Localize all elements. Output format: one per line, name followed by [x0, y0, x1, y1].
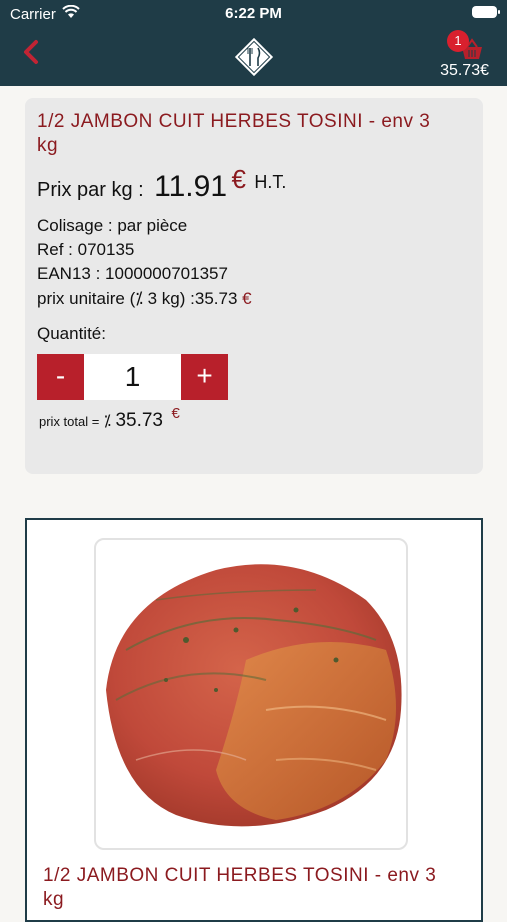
- status-time: 6:22 PM: [225, 5, 282, 22]
- quantity-label: Quantité:: [37, 324, 106, 343]
- price-currency: €: [231, 164, 246, 194]
- increase-quantity-button[interactable]: +: [181, 354, 228, 400]
- price-value: 11.91: [154, 170, 228, 203]
- price-suffix: H.T.: [254, 172, 287, 192]
- total-value: 35.73: [115, 410, 163, 431]
- product-image-panel: 1/2 JAMBON CUIT HERBES TOSINI - env 3 kg: [25, 518, 483, 922]
- total-price-row: prix total = ⁒ 35.73 €: [39, 405, 180, 432]
- back-button[interactable]: [14, 34, 50, 70]
- unit-price-row: prix unitaire (⁒ 3 kg) :35.73 €: [37, 289, 252, 309]
- product-panel-title: 1/2 JAMBON CUIT HERBES TOSINI - env 3 kg: [43, 865, 437, 910]
- price-label: Prix par kg :: [37, 179, 144, 201]
- battery-icon: [472, 6, 500, 18]
- cart-button[interactable]: 1 35.73€: [429, 30, 489, 82]
- cart-total: 35.73€: [440, 62, 489, 79]
- total-approx-symbol: ⁒: [103, 413, 111, 430]
- quantity-stepper: - +: [37, 354, 228, 400]
- total-label: prix total =: [39, 414, 100, 429]
- product-image[interactable]: [94, 538, 408, 850]
- total-currency: €: [171, 405, 180, 422]
- chevron-left-icon: [24, 40, 38, 64]
- restaurant-logo-icon: [233, 36, 275, 78]
- ref-text: Ref : 070135: [37, 240, 135, 259]
- unit-price-currency: €: [242, 289, 252, 308]
- ham-photo: [106, 564, 402, 827]
- decrease-quantity-button[interactable]: -: [37, 354, 84, 400]
- colisage-text: Colisage : par pièce: [37, 216, 188, 235]
- cart-count-badge: 1: [447, 30, 469, 52]
- ean-text: EAN13 : 1000000701357: [37, 264, 228, 283]
- price-row: Prix par kg : 11.91 € H.T.: [37, 164, 287, 204]
- product-info-card: 1/2 JAMBON CUIT HERBES TOSINI - env 3 kg…: [25, 98, 483, 474]
- unit-price-text: prix unitaire (⁒ 3 kg) :35.73: [37, 289, 238, 308]
- quantity-input[interactable]: [84, 354, 181, 400]
- navigation-bar: Carrier 6:22 PM 1 35.73€: [0, 0, 507, 86]
- product-title: 1/2 JAMBON CUIT HERBES TOSINI - env 3 kg: [37, 111, 431, 156]
